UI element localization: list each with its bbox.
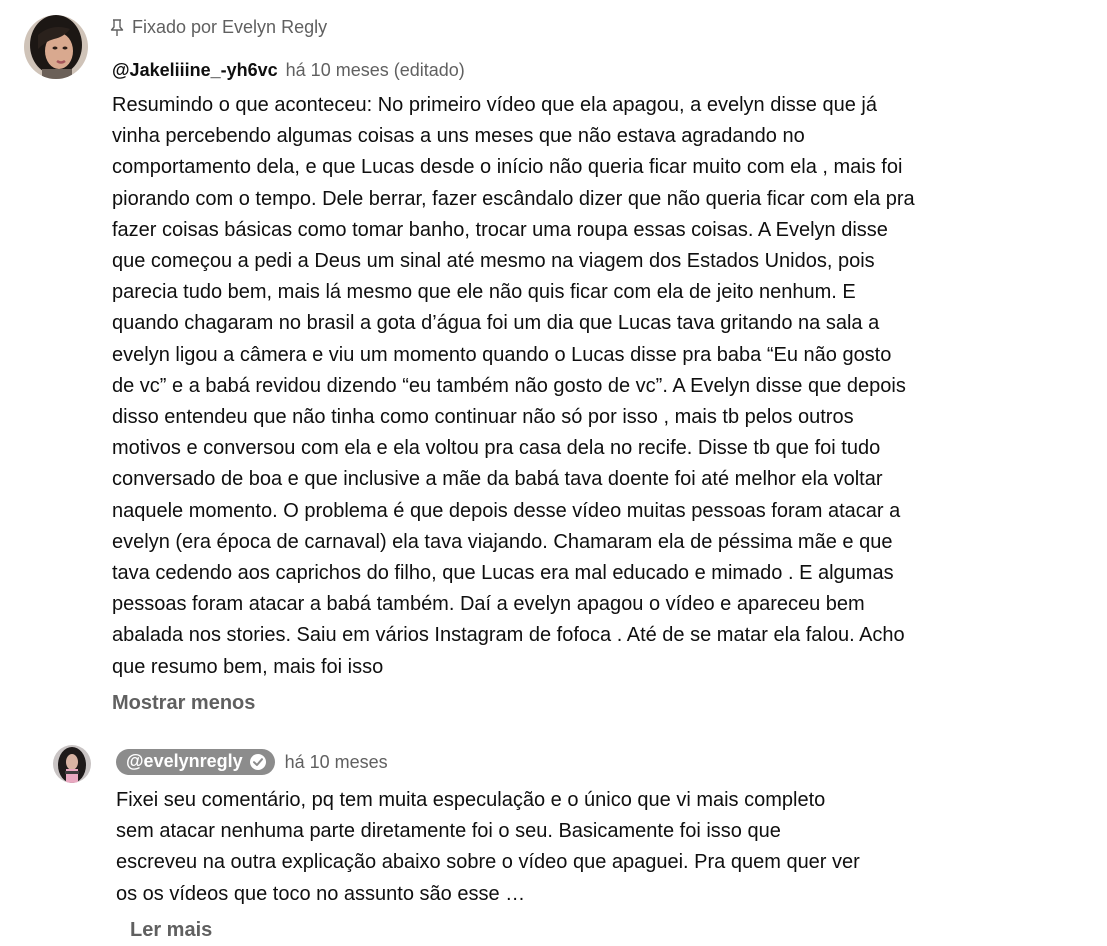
comment-line: de vc” e a babá revidou dizendo “eu tamb… bbox=[112, 374, 906, 397]
pinned-by-text: Fixado por Evelyn Regly bbox=[132, 17, 328, 37]
comment-line: Resumindo o que aconteceu: No primeiro v… bbox=[112, 94, 877, 116]
comment-line: parecia tudo bem, mais lá mesmo que ele … bbox=[112, 281, 856, 304]
comment-line: quando chagaram no brasil a gota d’água … bbox=[112, 312, 880, 335]
comment-line: abalada nos stories. Saiu em vários Inst… bbox=[112, 624, 905, 647]
verified-check-icon bbox=[249, 753, 267, 771]
reply-avatar[interactable] bbox=[53, 745, 91, 783]
pin-icon bbox=[110, 18, 124, 37]
comment-line: vinha percebendo algumas coisas a uns me… bbox=[112, 125, 805, 148]
comment-line: fazer coisas básicas como tomar banho, t… bbox=[112, 218, 888, 241]
pinned-label: Fixado por Evelyn Regly bbox=[110, 17, 327, 38]
commenter-avatar[interactable] bbox=[24, 15, 88, 79]
reply-line: os os vídeos que toco no assunto são ess… bbox=[116, 882, 526, 905]
reply-line: Fixei seu comentário, pq tem muita espec… bbox=[116, 789, 826, 811]
reply-line: escreveu na outra explicação abaixo sobr… bbox=[116, 851, 860, 874]
comment-line: pessoas foram atacar a babá também. Daí … bbox=[112, 593, 865, 616]
comment-line: que resumo bem, mais foi isso bbox=[112, 655, 384, 678]
comment-line: evelyn ligou a câmera e viu um momento q… bbox=[112, 343, 892, 366]
show-less-button[interactable]: Mostrar menos bbox=[112, 692, 255, 715]
reply-header: @evelynregly há 10 meses bbox=[116, 749, 388, 775]
creator-author-chip[interactable]: @evelynregly bbox=[116, 749, 275, 775]
comment-timestamp[interactable]: há 10 meses (editado) bbox=[286, 60, 465, 81]
comment-author[interactable]: @Jakeliiine_-yh6vc bbox=[112, 60, 278, 81]
comment-line: que começou a pedi a Deus um sinal até m… bbox=[112, 250, 875, 273]
comment-line: disso entendeu que não tinha como contin… bbox=[112, 406, 854, 429]
reply-author: @evelynregly bbox=[126, 751, 243, 771]
comment-body: Resumindo o que aconteceu: No primeiro v… bbox=[112, 90, 992, 683]
avatar-image bbox=[24, 15, 88, 79]
comment-line: conversado de boa e que inclusive a mãe … bbox=[112, 468, 883, 491]
comment-line: evelyn (era época de carnaval) ela tava … bbox=[112, 530, 893, 553]
reply-line: sem atacar nenhuma parte diretamente foi… bbox=[116, 820, 781, 843]
reply-timestamp[interactable]: há 10 meses bbox=[285, 752, 388, 773]
comment-line: comportamento dela, e que Lucas desde o … bbox=[112, 156, 903, 179]
comment-line: naquele momento. O problema é que depois… bbox=[112, 499, 901, 522]
comment-line: motivos e conversou com ela e ela voltou… bbox=[112, 437, 881, 460]
comment-header: @Jakeliiine_-yh6vc há 10 meses (editado) bbox=[112, 60, 465, 81]
comment-line: tava cedendo aos caprichos do filho, que… bbox=[112, 562, 894, 585]
reply-body: Fixei seu comentário, pq tem muita espec… bbox=[116, 785, 976, 910]
comment-line: piorando com o tempo. Dele berrar, fazer… bbox=[112, 187, 915, 210]
avatar-image bbox=[53, 745, 91, 783]
read-more-button[interactable]: Ler mais bbox=[130, 919, 212, 942]
